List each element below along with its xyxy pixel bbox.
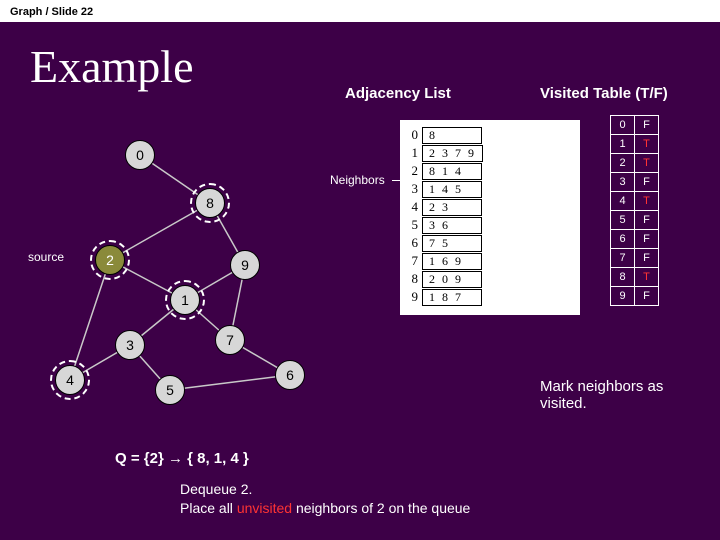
graph-node-7: 7 (215, 325, 245, 355)
adj-index: 5 (404, 217, 418, 233)
queue-line: Q = {2} → { 8, 1, 4 } (115, 450, 249, 467)
graph-node-5: 5 (155, 375, 185, 405)
visited-value: T (635, 135, 659, 154)
adj-row: 42 3 (404, 198, 576, 216)
adj-row: 71 6 9 (404, 252, 576, 270)
adj-index: 3 (404, 181, 418, 197)
adj-neighbors: 3 6 (422, 217, 482, 234)
visited-value: F (635, 116, 659, 135)
graph-node-9: 9 (230, 250, 260, 280)
visited-index: 1 (611, 135, 635, 154)
adj-neighbors: 7 5 (422, 235, 482, 252)
step-2a: Place all (180, 500, 237, 516)
graph-node-2: 2 (95, 245, 125, 275)
visited-index: 6 (611, 230, 635, 249)
visited-row: 1T (611, 135, 659, 154)
visited-index: 7 (611, 249, 635, 268)
visited-value: T (635, 268, 659, 287)
visited-row: 3F (611, 173, 659, 192)
graph-node-4: 4 (55, 365, 85, 395)
adj-row: 53 6 (404, 216, 576, 234)
adj-neighbors: 2 0 9 (422, 271, 482, 288)
visited-value: F (635, 211, 659, 230)
adj-index: 2 (404, 163, 418, 179)
visited-value: F (635, 173, 659, 192)
adj-neighbors: 1 6 9 (422, 253, 482, 270)
visited-table-label: Visited Table (T/F) (540, 85, 668, 102)
adj-index: 7 (404, 253, 418, 269)
visited-table: 0F1T2T3F4T5F6F7F8T9F (610, 115, 659, 306)
mark-note: Mark neighbors as visited. (540, 378, 710, 412)
adj-row: 28 1 4 (404, 162, 576, 180)
graph-node-8: 8 (195, 188, 225, 218)
visited-index: 9 (611, 287, 635, 306)
adj-index: 4 (404, 199, 418, 215)
adjacency-list: 0812 3 7 928 1 431 4 542 353 667 571 6 9… (400, 120, 580, 315)
adj-neighbors: 1 8 7 (422, 289, 482, 306)
visited-row: 6F (611, 230, 659, 249)
visited-value: F (635, 287, 659, 306)
adj-index: 0 (404, 127, 418, 143)
visited-value: F (635, 249, 659, 268)
adj-neighbors: 2 3 7 9 (422, 145, 483, 162)
adj-row: 12 3 7 9 (404, 144, 576, 162)
adj-row: 31 4 5 (404, 180, 576, 198)
adj-neighbors: 8 (422, 127, 482, 144)
adj-row: 08 (404, 126, 576, 144)
visited-row: 4T (611, 192, 659, 211)
visited-row: 2T (611, 154, 659, 173)
visited-row: 9F (611, 287, 659, 306)
visited-value: F (635, 230, 659, 249)
neighbors-label: Neighbors (330, 173, 385, 187)
adj-neighbors: 2 3 (422, 199, 482, 216)
visited-index: 4 (611, 192, 635, 211)
adj-row: 67 5 (404, 234, 576, 252)
graph-node-0: 0 (125, 140, 155, 170)
visited-index: 8 (611, 268, 635, 287)
visited-value: T (635, 192, 659, 211)
visited-row: 7F (611, 249, 659, 268)
graph-node-1: 1 (170, 285, 200, 315)
adj-row: 91 8 7 (404, 288, 576, 306)
step-2: Place all unvisited neighbors of 2 on th… (180, 499, 470, 518)
graph-diagram: source 0 8 2 913 7 4 5 6 (20, 130, 360, 410)
step-2-unvisited: unvisited (237, 500, 292, 516)
adj-index: 1 (404, 145, 418, 161)
page-title: Example (30, 40, 194, 93)
graph-node-3: 3 (115, 330, 145, 360)
step-text: Dequeue 2. Place all unvisited neighbors… (180, 480, 470, 518)
adj-neighbors: 1 4 5 (422, 181, 482, 198)
visited-index: 3 (611, 173, 635, 192)
adj-neighbors: 8 1 4 (422, 163, 482, 180)
step-1: Dequeue 2. (180, 480, 470, 499)
visited-index: 2 (611, 154, 635, 173)
visited-index: 5 (611, 211, 635, 230)
breadcrumb: Graph / Slide 22 (10, 6, 93, 18)
visited-row: 0F (611, 116, 659, 135)
source-label: source (28, 250, 64, 264)
adj-index: 9 (404, 289, 418, 305)
adj-index: 6 (404, 235, 418, 251)
graph-node-6: 6 (275, 360, 305, 390)
adjacency-list-label: Adjacency List (345, 85, 451, 102)
visited-row: 5F (611, 211, 659, 230)
visited-value: T (635, 154, 659, 173)
adj-row: 82 0 9 (404, 270, 576, 288)
visited-row: 8T (611, 268, 659, 287)
adj-index: 8 (404, 271, 418, 287)
step-2c: neighbors of 2 on the queue (292, 500, 470, 516)
visited-index: 0 (611, 116, 635, 135)
